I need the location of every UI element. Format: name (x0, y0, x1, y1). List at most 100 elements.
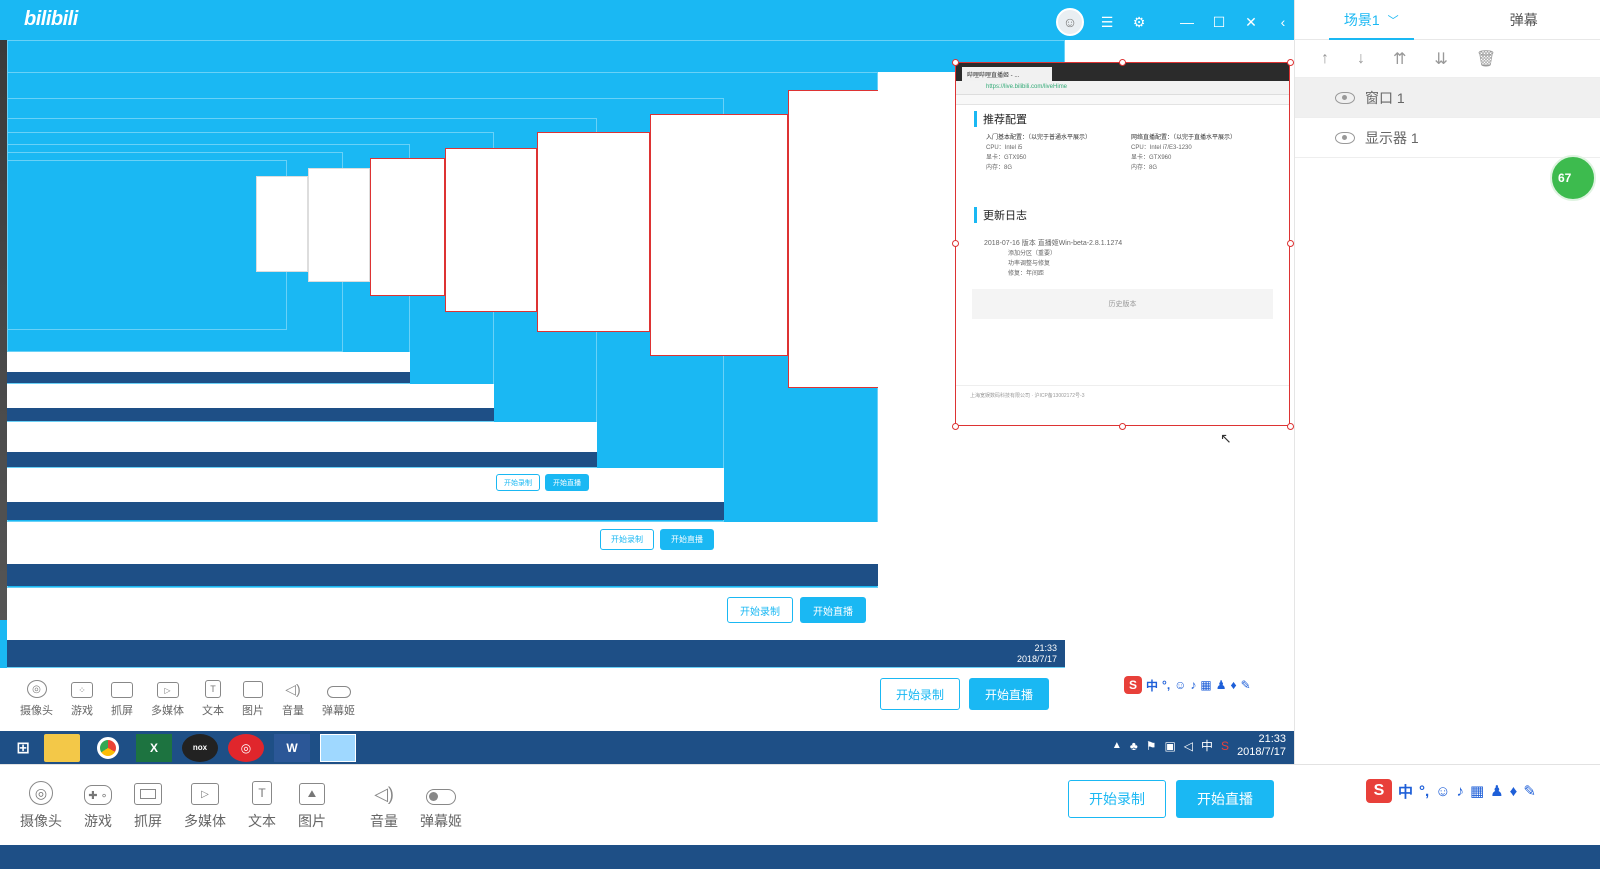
nested-live-button: 开始直播 (969, 678, 1049, 710)
nested-toolbar-1: ◎ 摄像头 ⁘ 游戏 抓屏 ▷ 多媒体 T 文本 图片 ◁) 音量 弹幕姬 开始录制 开始… (0, 668, 1294, 731)
resize-handle-tr[interactable] (1287, 59, 1294, 66)
windows-taskbar (0, 845, 1600, 869)
eye-icon[interactable] (1335, 131, 1355, 144)
scene-panel: 场景1 ﹀ 弹幕 ↑ ↓ ⇈ ⇊ 🗑 窗口 1 显示器 1 (1294, 0, 1600, 764)
nested-record-button-4: 开始录制 (496, 474, 540, 491)
nested-taskbar-7 (7, 372, 410, 383)
nested-toolbar-2: 开始录制 开始直播 (7, 588, 1065, 640)
browser-address-bar: https://live.bilibili.com/liveHime (956, 81, 1289, 95)
ime-punct-icon[interactable]: °, (1419, 783, 1429, 800)
nested-source-game: ⁘ 游戏 (71, 682, 93, 718)
floating-speed-badge[interactable]: 67 (1550, 155, 1596, 201)
browser-tab: 哔哩哔哩直播姬 - ... (962, 67, 1052, 81)
camera-icon: ◎ (26, 680, 47, 698)
danmaku-toggle-icon (426, 789, 456, 805)
nested-source-capture: 抓屏 (111, 682, 133, 718)
ime-tools-icon[interactable]: ✎ (1523, 782, 1536, 800)
camera-icon: ◎ (29, 781, 53, 805)
source-item-display[interactable]: 显示器 1 (1295, 118, 1600, 158)
start-record-button[interactable]: 开始录制 (1068, 780, 1166, 818)
danmaku-toggle[interactable]: 弹幕姬 (420, 789, 462, 831)
nested-taskbar-6 (7, 408, 494, 421)
resize-handle-tl[interactable] (952, 59, 959, 66)
nested-source-volume: ◁) 音量 (282, 681, 304, 717)
danmaku-toggle-icon (326, 686, 351, 698)
nested-toolbar-4: 开始录制 开始直播 (7, 468, 724, 502)
nested-clock: 21:33 2018/7/17 (1237, 733, 1286, 758)
add-image-button[interactable]: ⛰ 图片 (298, 783, 326, 831)
delete-icon[interactable]: 🗑 (1476, 49, 1496, 69)
volume-button[interactable]: ◁) 音量 (370, 784, 398, 831)
avatar-icon[interactable]: ☺ (1056, 8, 1084, 36)
ime-user-icon[interactable]: ♟ (1490, 782, 1503, 800)
add-screen-capture-button[interactable]: 抓屏 (134, 783, 162, 831)
nested-toolbar-5 (7, 422, 597, 452)
resize-handle-b[interactable] (1119, 423, 1126, 430)
resize-handle-l[interactable] (952, 240, 959, 247)
nested-right-panel-header (1065, 40, 1294, 62)
tray-flag-icon: ⚑ (1145, 738, 1157, 753)
move-up-icon[interactable]: ↑ (1321, 50, 1329, 68)
nested-browser-2 (650, 114, 788, 356)
nox-icon: nox (182, 733, 218, 762)
nested-ime-bar: S 中 °, ☺ ♪ ▦ ♟ ♦ ✎ (1124, 676, 1251, 694)
resize-handle-r[interactable] (1287, 240, 1294, 247)
sogou-ime-icon[interactable]: S (1366, 779, 1392, 803)
nested-source-image: 图片 (242, 681, 264, 718)
settings-icon[interactable]: ⚙ (1130, 13, 1148, 31)
source-item-window[interactable]: 窗口 1 (1295, 78, 1600, 118)
nested-toolbar-3: 开始录制 开始直播 (7, 522, 878, 564)
tray-network-icon: ▣ (1164, 738, 1176, 753)
text-icon: T (205, 680, 221, 698)
nested-live-button-4: 开始直播 (545, 474, 589, 491)
nested-source-danmaku: 弹幕姬 (322, 686, 355, 718)
collapse-icon[interactable]: ‹ (1274, 13, 1292, 31)
tab-danmaku[interactable]: 弹幕 (1448, 0, 1600, 39)
history-version-button: 历史版本 (972, 289, 1273, 319)
tray-up-icon: ▲ (1111, 740, 1122, 752)
move-down-icon[interactable]: ↓ (1357, 50, 1365, 68)
ime-lang-label[interactable]: 中 (1398, 781, 1413, 802)
resize-handle-bl[interactable] (952, 423, 959, 430)
nested-browser-5 (370, 158, 445, 296)
add-camera-button[interactable]: ◎ 摄像头 (20, 781, 62, 831)
ime-keyboard-icon[interactable]: ▦ (1470, 782, 1484, 800)
nested-frame-8 (7, 160, 287, 330)
gamepad-icon: ✚ ∘ (84, 785, 112, 805)
nested-source-camera: ◎ 摄像头 (20, 680, 53, 718)
nested-live-button-3: 开始直播 (660, 529, 714, 550)
nested-record-button-3: 开始录制 (600, 529, 654, 550)
eye-icon[interactable] (1335, 91, 1355, 104)
nested-browser-4 (445, 148, 537, 312)
image-icon (243, 681, 263, 698)
preview-canvas[interactable]: bilibili ◎ 摄像头 ⁘ 游戏 抓屏 ▷ 多媒体 T 文本 图片 ◁) … (0, 0, 1294, 764)
nested-system-tray: ▲ ♣ ⚑ ▣ ◁ 中 S 21:33 2018/7/17 (1111, 733, 1286, 758)
browser-window-capture[interactable]: 哔哩哔哩直播姬 - ... https://live.bilibili.com/… (955, 62, 1290, 426)
word-icon: W (274, 733, 310, 762)
volume-icon: ◁) (285, 681, 301, 697)
add-text-button[interactable]: T 文本 (248, 781, 276, 831)
start-live-button[interactable]: 开始直播 (1176, 780, 1274, 818)
ime-voice-icon[interactable]: ♪ (1457, 783, 1465, 800)
tab-scene[interactable]: 场景1 ﹀ (1295, 0, 1448, 40)
main-toolbar: ◎ 摄像头 ✚ ∘ 游戏 抓屏 ▷ 多媒体 T 文本 ⛰ 图片 ◁) 音量 弹幕… (0, 764, 1600, 845)
resize-handle-br[interactable] (1287, 423, 1294, 430)
nested-source-media: ▷ 多媒体 (151, 682, 184, 718)
app-window: bilibili ◎ 摄像头 ⁘ 游戏 抓屏 ▷ 多媒体 T 文本 图片 ◁) … (0, 0, 1600, 869)
close-icon[interactable]: ✕ (1242, 13, 1260, 31)
nested-source-text: T 文本 (202, 680, 224, 718)
screen-capture-icon (134, 783, 162, 805)
ime-skin-icon[interactable]: ♦ (1510, 783, 1518, 800)
ime-emoji-icon[interactable]: ☺ (1435, 783, 1450, 800)
add-game-button[interactable]: ✚ ∘ 游戏 (84, 785, 112, 831)
menu-icon[interactable]: ☰ (1098, 13, 1116, 31)
ime-toolbar[interactable]: S 中 °, ☺ ♪ ▦ ♟ ♦ ✎ (1366, 779, 1536, 803)
move-top-icon[interactable]: ⇈ (1393, 49, 1406, 69)
resize-handle-t[interactable] (1119, 59, 1126, 66)
move-bottom-icon[interactable]: ⇊ (1434, 49, 1447, 69)
add-media-button[interactable]: ▷ 多媒体 (184, 783, 226, 831)
nested-source-list: ◎ 摄像头 ⁘ 游戏 抓屏 ▷ 多媒体 T 文本 图片 ◁) 音量 弹幕姬 (20, 680, 355, 718)
minimize-icon[interactable]: — (1178, 13, 1196, 31)
maximize-icon[interactable]: ☐ (1210, 13, 1228, 31)
nested-taskbar-5 (7, 452, 597, 467)
